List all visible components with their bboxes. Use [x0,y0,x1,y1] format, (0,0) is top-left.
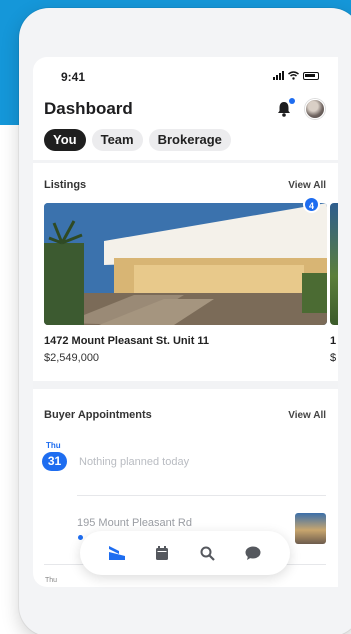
page-title: Dashboard [44,99,133,118]
photo-count-badge: 4 [303,196,320,213]
status-time: 9:41 [61,70,86,84]
listings-view-all-button[interactable]: View All [288,180,326,191]
tab-brokerage[interactable]: Brokerage [148,129,231,151]
next-day-label: Thu [45,577,58,584]
empty-state-text: Nothing planned today [79,456,190,468]
top-area: 9:41 Dashboard You Team Brokerage [33,57,338,160]
status-icons [273,71,319,80]
search-icon[interactable] [199,544,217,562]
chat-icon[interactable] [244,544,262,562]
appointments-view-all-button[interactable]: View All [288,410,326,421]
divider [77,495,326,496]
listing-price: $2,549,000 [44,352,100,364]
day-number: 31 [42,452,67,471]
calendar-icon[interactable] [153,544,171,562]
tab-team[interactable]: Team [91,129,143,151]
appointment-address[interactable]: 195 Mount Pleasant Rd [77,517,192,529]
battery-icon [303,71,319,80]
tab-you[interactable]: You [44,129,86,151]
appointment-dot [78,535,83,540]
wifi-icon [288,71,299,80]
avatar[interactable] [305,99,325,119]
appointments-title: Buyer Appointments [44,409,152,421]
home-icon[interactable] [108,544,126,562]
appointment-thumbnail[interactable] [295,513,326,544]
bottom-nav [80,531,290,575]
listing-photo[interactable] [44,203,327,325]
listings-section: Listings View All 4 1472 Mount Pleasant … [33,163,338,381]
scope-tabs: You Team Brokerage [44,129,231,151]
notification-dot [289,98,295,104]
listing-photo-next[interactable] [330,203,338,325]
listing-address[interactable]: 1472 Mount Pleasant St. Unit 11 [44,335,209,347]
signal-icon [273,71,284,80]
listing-address-next[interactable]: 1 [330,335,336,347]
app-screen: 9:41 Dashboard You Team Brokerage Listin… [33,57,338,587]
listings-title: Listings [44,179,87,191]
day-label: Thu [46,441,61,450]
listing-photo-illustration [44,203,327,325]
listing-price-next: $ [330,352,337,364]
